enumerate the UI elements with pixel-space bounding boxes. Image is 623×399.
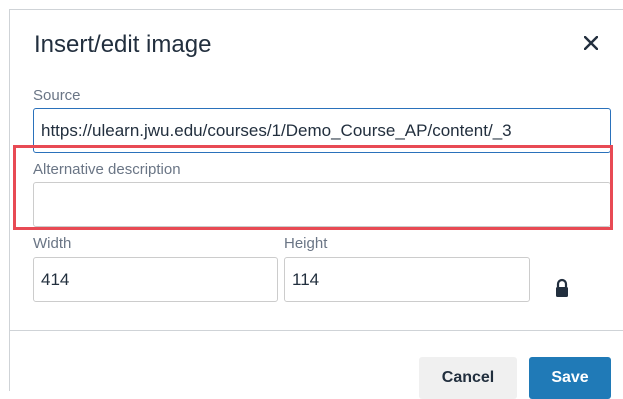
height-label: Height <box>284 235 328 252</box>
source-input[interactable] <box>33 108 611 153</box>
height-input[interactable] <box>284 257 530 302</box>
dialog-title: Insert/edit image <box>34 31 212 58</box>
insert-edit-image-dialog: Insert/edit image Source Alternative des… <box>9 9 623 399</box>
close-button[interactable] <box>578 30 604 56</box>
lock-icon <box>556 278 568 297</box>
save-button[interactable]: Save <box>529 357 611 399</box>
alt-description-input[interactable] <box>33 182 611 227</box>
dialog-header: Insert/edit image <box>10 10 623 76</box>
source-label: Source <box>33 87 81 104</box>
cancel-button[interactable]: Cancel <box>419 357 517 399</box>
constrain-proportions-button[interactable] <box>554 278 570 298</box>
close-icon <box>584 36 598 50</box>
dialog-footer: Cancel Save <box>10 330 623 399</box>
alt-description-label: Alternative description <box>33 161 181 178</box>
width-input[interactable] <box>33 257 278 302</box>
width-label: Width <box>33 235 72 252</box>
